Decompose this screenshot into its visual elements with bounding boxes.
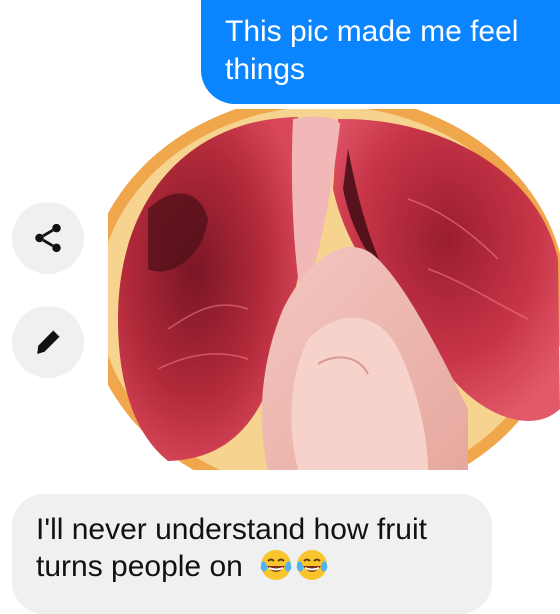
tears-of-joy-emoji	[260, 550, 292, 580]
outgoing-message-bubble[interactable]: This pic made me feel things	[201, 0, 560, 104]
tears-of-joy-emoji	[296, 550, 328, 580]
edit-button[interactable]	[12, 306, 84, 378]
outgoing-message-line-2: things	[225, 53, 306, 86]
outgoing-message-line-1: This pic made me feel	[225, 15, 519, 48]
pencil-icon	[37, 329, 61, 354]
share-button[interactable]	[12, 202, 84, 274]
incoming-message-line-2: turns people on	[36, 548, 492, 585]
blood-orange-photo	[108, 109, 560, 470]
emoji-group	[259, 548, 329, 582]
shared-photo[interactable]	[108, 109, 560, 470]
share-icon	[35, 223, 61, 253]
incoming-message-line-2-text: turns people on	[36, 550, 243, 583]
incoming-message-bubble[interactable]: I'll never understand how fruit turns pe…	[12, 494, 492, 614]
incoming-message-line-1: I'll never understand how fruit	[36, 513, 427, 546]
